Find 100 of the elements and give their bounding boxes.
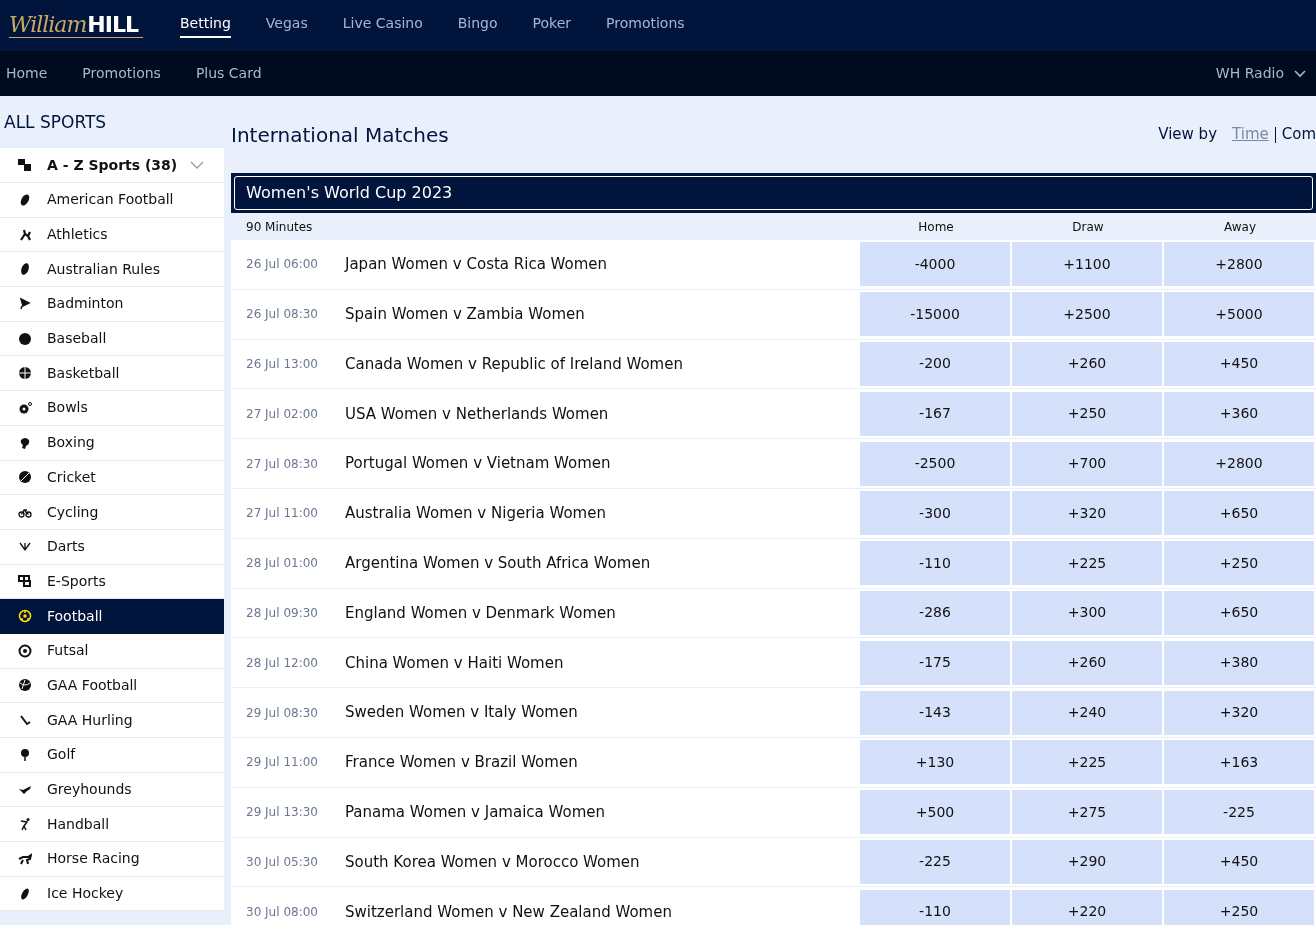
- view-by-option[interactable]: Com: [1281, 123, 1316, 146]
- sport-item[interactable]: Athletics: [0, 217, 224, 253]
- odds-button[interactable]: +700: [1012, 441, 1162, 486]
- odds-button[interactable]: -110: [860, 889, 1010, 925]
- match-name[interactable]: England Women v Denmark Women: [345, 601, 860, 625]
- odds-button[interactable]: +450: [1164, 839, 1314, 884]
- match-name[interactable]: Canada Women v Republic of Ireland Women: [345, 352, 860, 376]
- sport-item[interactable]: Australian Rules: [0, 252, 224, 288]
- match-time: 28 Jul 12:00: [245, 654, 319, 672]
- sub-nav-link[interactable]: Home: [6, 63, 48, 84]
- sport-item[interactable]: E-Sports: [0, 564, 224, 600]
- odds-button[interactable]: +380: [1164, 640, 1314, 685]
- odds-button[interactable]: +290: [1012, 839, 1162, 884]
- odds-button[interactable]: +5000: [1164, 292, 1314, 337]
- match-name[interactable]: USA Women v Netherlands Women: [345, 402, 860, 426]
- runner-icon: [18, 227, 32, 242]
- sport-item[interactable]: Cycling: [0, 495, 224, 530]
- sport-item[interactable]: Basketball: [0, 356, 224, 392]
- match-time: 28 Jul 01:00: [245, 555, 319, 573]
- odds-button[interactable]: -200: [860, 342, 1010, 386]
- match-name[interactable]: Japan Women v Costa Rica Women: [345, 253, 860, 276]
- sub-nav-link[interactable]: Promotions: [82, 63, 161, 84]
- odds-button[interactable]: +260: [1012, 640, 1162, 685]
- odds-button[interactable]: +240: [1012, 690, 1162, 735]
- odds-button[interactable]: -286: [860, 590, 1010, 635]
- odds-button[interactable]: +250: [1164, 889, 1314, 925]
- sport-item[interactable]: Ice Hockey: [0, 876, 224, 912]
- nav-tab[interactable]: Bingo: [457, 13, 498, 38]
- sport-item[interactable]: Handball: [0, 807, 224, 843]
- sport-item[interactable]: Boxing: [0, 425, 224, 461]
- sport-item[interactable]: Darts: [0, 529, 224, 565]
- sport-item[interactable]: Futsal: [0, 633, 224, 669]
- sport-item[interactable]: Golf: [0, 738, 224, 773]
- radio-dropdown[interactable]: WH Radio: [1215, 63, 1306, 84]
- match-name[interactable]: Panama Women v Jamaica Women: [345, 800, 860, 824]
- odds-button[interactable]: +225: [1012, 541, 1162, 586]
- nav-tab[interactable]: Live Casino: [342, 13, 423, 38]
- sport-item[interactable]: Bowls: [0, 391, 224, 426]
- odds-button[interactable]: -4000: [860, 242, 1010, 287]
- odds-button[interactable]: -167: [860, 391, 1010, 436]
- odds-button[interactable]: +300: [1012, 590, 1162, 635]
- sport-item[interactable]: GAA Football: [0, 668, 224, 704]
- odds-button[interactable]: -175: [860, 640, 1010, 685]
- odds-button[interactable]: +320: [1012, 491, 1162, 536]
- odds-button[interactable]: +275: [1012, 790, 1162, 835]
- sport-item[interactable]: GAA Hurling: [0, 703, 224, 738]
- nav-tab[interactable]: Promotions: [606, 13, 685, 38]
- sport-item[interactable]: Horse Racing: [0, 842, 224, 877]
- odds-button[interactable]: +2500: [1012, 292, 1162, 337]
- odds-button[interactable]: +500: [860, 790, 1010, 835]
- odds-button[interactable]: +2800: [1164, 242, 1314, 287]
- sport-item[interactable]: Badminton: [0, 287, 224, 322]
- odds-button[interactable]: +220: [1012, 889, 1162, 925]
- odds-button[interactable]: -225: [860, 839, 1010, 884]
- sub-nav-link[interactable]: Plus Card: [195, 63, 262, 84]
- match-name[interactable]: Portugal Women v Vietnam Women: [345, 452, 860, 475]
- sport-item[interactable]: Greyhounds: [0, 772, 224, 808]
- odds-button[interactable]: -300: [860, 491, 1010, 536]
- nav-tab[interactable]: Poker: [532, 13, 572, 38]
- odds-button[interactable]: -143: [860, 690, 1010, 735]
- odds-button[interactable]: -15000: [860, 292, 1010, 337]
- sport-item[interactable]: Baseball: [0, 321, 224, 357]
- match-name[interactable]: Argentina Women v South Africa Women: [345, 551, 860, 575]
- nav-tab[interactable]: Betting: [180, 13, 231, 38]
- odds-button[interactable]: +450: [1164, 342, 1314, 386]
- golf-ball-icon: [18, 747, 32, 762]
- match-name[interactable]: Switzerland Women v New Zealand Women: [345, 900, 860, 923]
- odds-button[interactable]: +225: [1012, 740, 1162, 785]
- az-sports-toggle[interactable]: A - Z Sports (38): [0, 148, 224, 183]
- odds-button[interactable]: -225: [1164, 790, 1314, 835]
- sport-item[interactable]: Cricket: [0, 460, 224, 496]
- sport-item[interactable]: Football: [0, 599, 224, 634]
- match-time: 27 Jul 02:00: [245, 405, 319, 423]
- competition-header[interactable]: Women's World Cup 2023: [231, 173, 1316, 213]
- column-header: Home: [917, 218, 955, 236]
- match-name[interactable]: France Women v Brazil Women: [345, 751, 860, 774]
- match-name[interactable]: Australia Women v Nigeria Women: [345, 502, 860, 525]
- odds-button[interactable]: +130: [860, 740, 1010, 785]
- match-time: 26 Jul 13:00: [245, 356, 319, 373]
- odds-button[interactable]: +163: [1164, 740, 1314, 785]
- odds-button[interactable]: +250: [1164, 541, 1314, 586]
- sport-item[interactable]: American Football: [0, 183, 224, 218]
- match-time: 27 Jul 11:00: [245, 505, 319, 523]
- odds-button[interactable]: +320: [1164, 690, 1314, 735]
- odds-button[interactable]: +250: [1012, 391, 1162, 436]
- match-name[interactable]: Sweden Women v Italy Women: [345, 701, 860, 724]
- odds-button[interactable]: -110: [860, 541, 1010, 586]
- match-name[interactable]: South Korea Women v Morocco Women: [345, 850, 860, 874]
- view-by-label: View by: [1158, 124, 1217, 146]
- odds-button[interactable]: +1100: [1012, 242, 1162, 287]
- odds-button[interactable]: +360: [1164, 391, 1314, 436]
- odds-button[interactable]: -2500: [860, 441, 1010, 486]
- match-name[interactable]: China Women v Haiti Women: [345, 651, 860, 674]
- match-name[interactable]: Spain Women v Zambia Women: [345, 302, 860, 326]
- nav-tab[interactable]: Vegas: [265, 13, 308, 38]
- logo[interactable]: WilliamHILL: [9, 13, 143, 38]
- odds-button[interactable]: +260: [1012, 342, 1162, 386]
- odds-button[interactable]: +650: [1164, 491, 1314, 536]
- odds-button[interactable]: +2800: [1164, 441, 1314, 486]
- odds-button[interactable]: +650: [1164, 590, 1314, 635]
